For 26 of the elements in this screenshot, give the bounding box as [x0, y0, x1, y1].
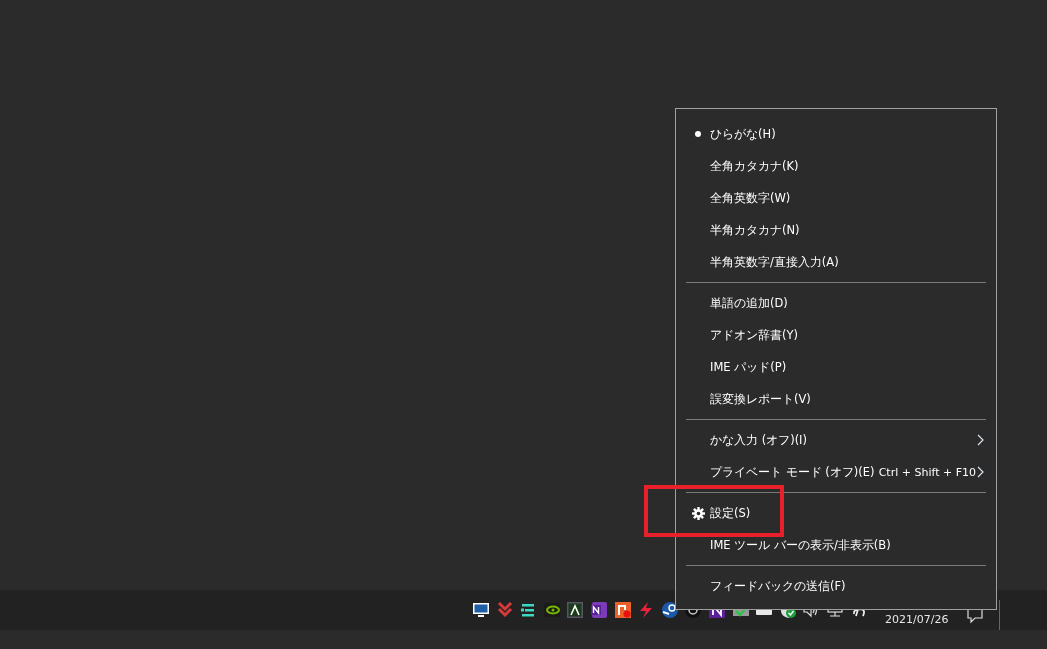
- circle-logo-icon[interactable]: [660, 601, 679, 619]
- menu-item[interactable]: IME パッド(P): [686, 351, 986, 383]
- menu-item[interactable]: ひらがな(H): [686, 118, 986, 150]
- menu-item[interactable]: プライベート モード (オフ)(E) Ctrl + Shift + F10: [686, 456, 986, 488]
- terminal-icon[interactable]: [566, 601, 585, 619]
- menu-item[interactable]: 設定(S): [686, 497, 986, 529]
- chevron-down-icon[interactable]: [495, 601, 514, 619]
- chevron-right-icon: [977, 466, 984, 478]
- menu-item[interactable]: 全角英数字(W): [686, 182, 986, 214]
- menu-item[interactable]: 誤変換レポート(V): [686, 383, 986, 415]
- menu-item[interactable]: IME ツール バーの表示/非表示(B): [686, 529, 986, 561]
- recording-icon[interactable]: [613, 601, 632, 619]
- menu-item[interactable]: 半角英数字/直接入力(A): [686, 246, 986, 278]
- gear-icon: [691, 506, 705, 520]
- menu-item[interactable]: 全角カタカナ(K): [686, 150, 986, 182]
- monitor-icon[interactable]: [472, 601, 490, 619]
- menu-item[interactable]: 半角カタカナ(N): [686, 214, 986, 246]
- date-text[interactable]: 2021/07/26: [885, 612, 949, 626]
- menu-item[interactable]: かな入力 (オフ)(I): [686, 424, 986, 456]
- shortcut-text: Ctrl + Shift + F10: [878, 465, 976, 479]
- chevron-right-icon: [977, 434, 984, 446]
- menu-item[interactable]: 単語の追加(D): [686, 287, 986, 319]
- menu-item[interactable]: フィードバックの送信(F): [686, 570, 986, 602]
- eye-icon[interactable]: [542, 601, 561, 619]
- menu-item[interactable]: アドオン辞書(Y): [686, 319, 986, 351]
- notebook-icon[interactable]: [589, 601, 608, 619]
